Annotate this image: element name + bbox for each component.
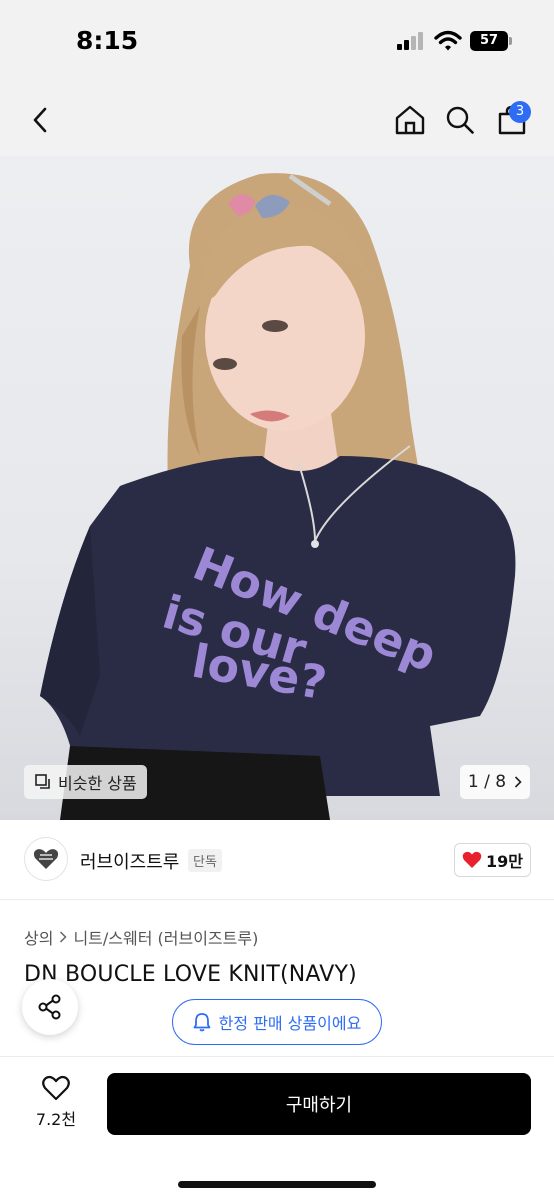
brand-like-button[interactable]: 19만: [454, 843, 531, 877]
cart-count-badge: 3: [509, 101, 531, 123]
wishlist-count: 7.2천: [35, 1110, 77, 1129]
heart-outline-icon: [42, 1075, 70, 1101]
image-page-counter[interactable]: 1 / 8: [460, 765, 530, 799]
share-button[interactable]: [22, 979, 78, 1035]
brand-name[interactable]: 러브이즈트루: [80, 848, 179, 874]
home-button[interactable]: [390, 100, 430, 140]
heart-icon: [462, 851, 482, 868]
limited-sale-label: 한정 판매 상품이에요: [218, 1014, 362, 1033]
page-current: 1: [467, 772, 479, 792]
wishlist-button[interactable]: 7.2천: [24, 1074, 88, 1138]
page-separator: /: [484, 772, 490, 792]
bell-icon: [193, 1013, 211, 1032]
similar-products-label: 비슷한 상품: [58, 774, 137, 793]
breadcrumb: 상의 니트/스웨터 (러브이즈트루): [24, 925, 258, 949]
wifi-icon: [434, 30, 462, 51]
copy-icon: [35, 774, 50, 789]
chevron-right-icon: [60, 931, 68, 943]
status-bar: 8:15 57: [0, 0, 554, 84]
share-icon: [38, 994, 61, 1020]
chevron-right-icon: [515, 776, 522, 788]
chevron-left-icon: [33, 107, 47, 133]
battery-level: 57: [470, 31, 508, 51]
home-icon: [395, 105, 425, 135]
product-title: DN BOUCLE LOVE KNIT(NAVY): [24, 962, 357, 987]
battery-cap: [509, 37, 512, 45]
limited-sale-badge: 한정 판매 상품이에요: [172, 999, 382, 1045]
brand-like-count: 19만: [486, 852, 523, 871]
buy-button[interactable]: 구매하기: [107, 1073, 531, 1135]
search-icon: [446, 106, 474, 134]
similar-products-button[interactable]: 비슷한 상품: [24, 765, 147, 799]
product-image[interactable]: How deep is our love?: [0, 156, 554, 820]
heart-logo-icon: [33, 849, 59, 869]
app-header: [0, 84, 554, 156]
back-button[interactable]: [20, 100, 60, 140]
page-indicator: 1 / 8: [468, 772, 506, 792]
brand-row[interactable]: 러브이즈트루 단독 19만: [0, 820, 554, 900]
signal-icon: [397, 32, 425, 50]
home-indicator: [178, 1181, 376, 1188]
brand-logo[interactable]: [24, 837, 68, 881]
breadcrumb-subcategory[interactable]: 니트/스웨터 (러브이즈트루): [73, 925, 258, 949]
exclusive-badge: 단독: [188, 849, 222, 872]
page-total: 8: [495, 772, 507, 792]
search-button[interactable]: [440, 100, 480, 140]
breadcrumb-category[interactable]: 상의: [24, 925, 53, 949]
model-photo: How deep is our love?: [40, 173, 516, 820]
status-time: 8:15: [76, 26, 139, 55]
